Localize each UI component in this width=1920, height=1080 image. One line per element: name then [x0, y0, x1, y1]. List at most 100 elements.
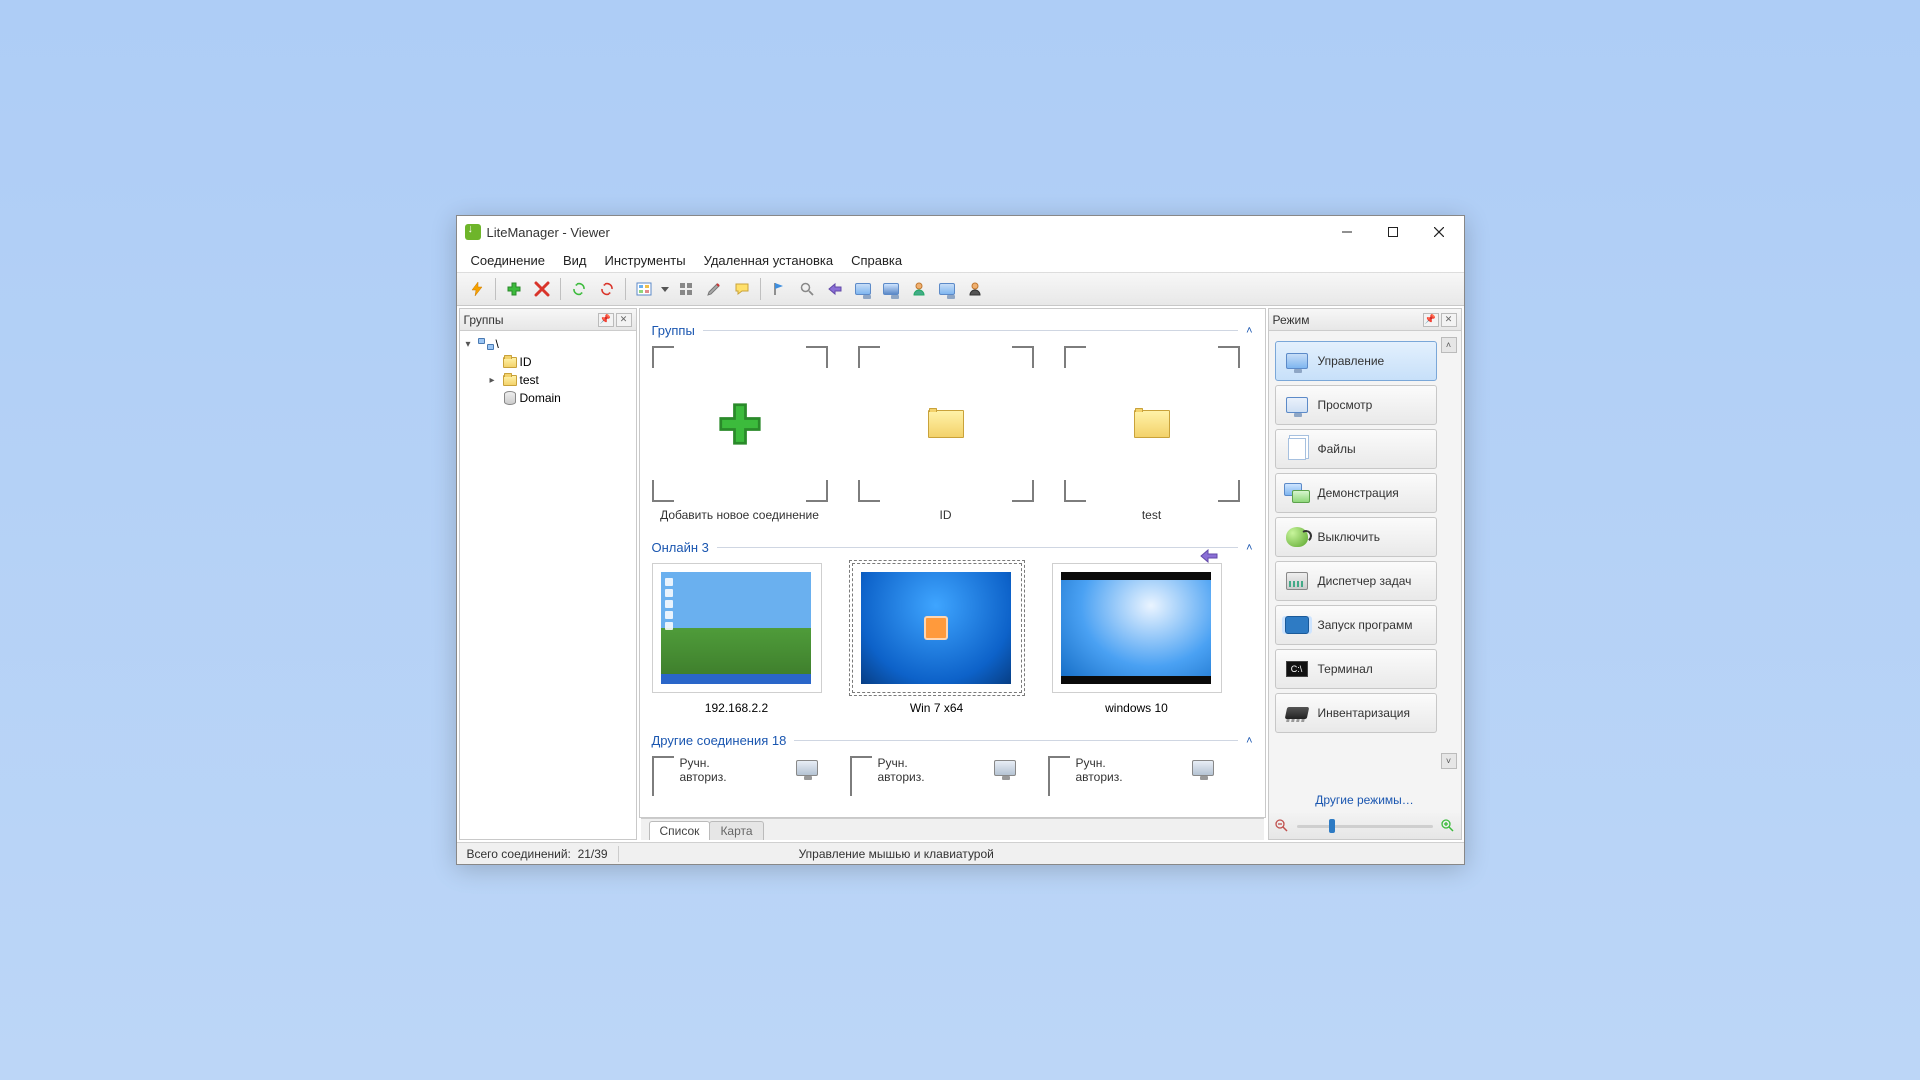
tile-folder-id[interactable]: ID [858, 346, 1034, 522]
section-online-title: Онлайн 3 [652, 540, 709, 555]
options-icon[interactable] [702, 277, 726, 301]
menu-view[interactable]: Вид [555, 251, 595, 270]
flag-icon[interactable] [767, 277, 791, 301]
groups-panel-header: Группы 📌 ✕ [460, 309, 636, 331]
screen1-icon[interactable] [851, 277, 875, 301]
tree: ▾ \ ID ▸ test Domain [460, 331, 636, 839]
tab-map[interactable]: Карта [709, 821, 763, 840]
maximize-button[interactable] [1370, 217, 1416, 247]
add-icon[interactable] [502, 277, 526, 301]
pc-icon [792, 756, 822, 780]
folder-icon [502, 372, 518, 388]
section-online-header: Онлайн 3 ˄ [652, 540, 1253, 555]
find-icon[interactable] [674, 277, 698, 301]
tree-item-label: Domain [520, 391, 561, 405]
status-hint: Управление мышью и клавиатурой [789, 847, 1004, 861]
mode-run[interactable]: Запуск программ [1275, 605, 1437, 645]
delete-icon[interactable] [530, 277, 554, 301]
mode-panel-title: Режим [1273, 313, 1310, 327]
tree-item[interactable]: ID [462, 353, 634, 371]
refresh-green-icon[interactable] [567, 277, 591, 301]
menu-connection[interactable]: Соединение [463, 251, 554, 270]
plus-icon [718, 402, 762, 446]
online-tile-2[interactable]: Win 7 x64 [852, 563, 1022, 715]
status-connections: Всего соединений: 21/39 [457, 847, 618, 861]
folder-icon [928, 410, 964, 438]
tree-root[interactable]: ▾ \ [462, 335, 634, 353]
screen2-icon[interactable] [879, 277, 903, 301]
screenshot-thumbnail [1061, 572, 1211, 684]
mode-control[interactable]: Управление [1275, 341, 1437, 381]
noip-badge-icon [1200, 549, 1218, 563]
run-icon [1284, 614, 1310, 636]
search-icon[interactable] [795, 277, 819, 301]
tile-folder-test[interactable]: test [1064, 346, 1240, 522]
minimize-button[interactable] [1324, 217, 1370, 247]
mode-shutdown[interactable]: Выключить [1275, 517, 1437, 557]
panel-close-icon[interactable]: ✕ [616, 313, 632, 327]
scroll-down-icon[interactable]: ˅ [1441, 753, 1457, 769]
app-icon [465, 224, 481, 240]
menubar: Соединение Вид Инструменты Удаленная уст… [457, 248, 1464, 272]
thumbnails-icon[interactable] [632, 277, 656, 301]
menu-help[interactable]: Справка [843, 251, 910, 270]
bolt-icon[interactable] [465, 277, 489, 301]
dropdown-arrow-icon[interactable] [660, 277, 670, 301]
zoom-in-icon[interactable] [1441, 819, 1455, 833]
screen3-icon[interactable] [935, 277, 959, 301]
screenshot-thumbnail [661, 572, 811, 684]
mode-panel-header: Режим 📌 ✕ [1269, 309, 1461, 331]
mode-files[interactable]: Файлы [1275, 429, 1437, 469]
titlebar: LiteManager - Viewer [457, 216, 1464, 248]
main-content: Группы ˄ Добавить новое соединение [640, 309, 1265, 817]
user2-icon[interactable] [963, 277, 987, 301]
database-icon [502, 390, 518, 406]
screenshot-thumbnail [861, 572, 1011, 684]
tab-list[interactable]: Список [649, 821, 711, 840]
tree-item[interactable]: Domain [462, 389, 634, 407]
other-connection-tile[interactable]: Ручн.авториз. [652, 756, 822, 796]
mode-terminal[interactable]: C:\Терминал [1275, 649, 1437, 689]
tile-add-connection[interactable]: Добавить новое соединение [652, 346, 828, 522]
terminal-icon: C:\ [1284, 658, 1310, 680]
view-icon [1284, 394, 1310, 416]
mode-view[interactable]: Просмотр [1275, 385, 1437, 425]
panel-close-icon[interactable]: ✕ [1441, 313, 1457, 327]
user-icon[interactable] [907, 277, 931, 301]
close-button[interactable] [1416, 217, 1462, 247]
online-tile-3[interactable]: windows 10 [1052, 563, 1222, 715]
pin-icon[interactable]: 📌 [1423, 313, 1439, 327]
collapse-other-icon[interactable]: ˄ [1246, 735, 1252, 747]
menu-remote-install[interactable]: Удаленная установка [696, 251, 842, 270]
network-icon [478, 336, 494, 352]
menu-tools[interactable]: Инструменты [597, 251, 694, 270]
noip-icon[interactable] [823, 277, 847, 301]
tree-item-label: ID [520, 355, 532, 369]
mode-inventory[interactable]: Инвентаризация [1275, 693, 1437, 733]
pin-icon[interactable]: 📌 [598, 313, 614, 327]
other-modes-link[interactable]: Другие режимы… [1269, 787, 1461, 813]
mode-taskmgr[interactable]: Диспетчер задач [1275, 561, 1437, 601]
mode-demo[interactable]: Демонстрация [1275, 473, 1437, 513]
section-other-header: Другие соединения 18 ˄ [652, 733, 1253, 748]
collapse-groups-icon[interactable]: ˄ [1246, 325, 1252, 337]
other-connection-tile[interactable]: Ручн.авториз. [1048, 756, 1218, 796]
tree-item[interactable]: ▸ test [462, 371, 634, 389]
online-tile-1[interactable]: 192.168.2.2 [652, 563, 822, 715]
other-connection-tile[interactable]: Ручн.авториз. [850, 756, 1020, 796]
collapse-online-icon[interactable]: ˄ [1246, 542, 1252, 554]
groups-panel: Группы 📌 ✕ ▾ \ ID ▸ [459, 308, 637, 840]
zoom-out-icon[interactable] [1275, 819, 1289, 833]
view-tabs: Список Карта [641, 818, 1264, 840]
zoom-slider[interactable] [1297, 825, 1433, 828]
section-other-title: Другие соединения 18 [652, 733, 787, 748]
toolbar [457, 272, 1464, 306]
tree-expand-icon[interactable]: ▸ [490, 375, 500, 386]
chat-icon[interactable] [730, 277, 754, 301]
scroll-up-icon[interactable]: ˄ [1441, 337, 1457, 353]
statusbar: Всего соединений: 21/39 Управление мышью… [457, 842, 1464, 864]
refresh-red-icon[interactable] [595, 277, 619, 301]
tree-collapse-icon[interactable]: ▾ [466, 339, 476, 350]
chip-icon [1284, 702, 1310, 724]
files-icon [1284, 438, 1310, 460]
